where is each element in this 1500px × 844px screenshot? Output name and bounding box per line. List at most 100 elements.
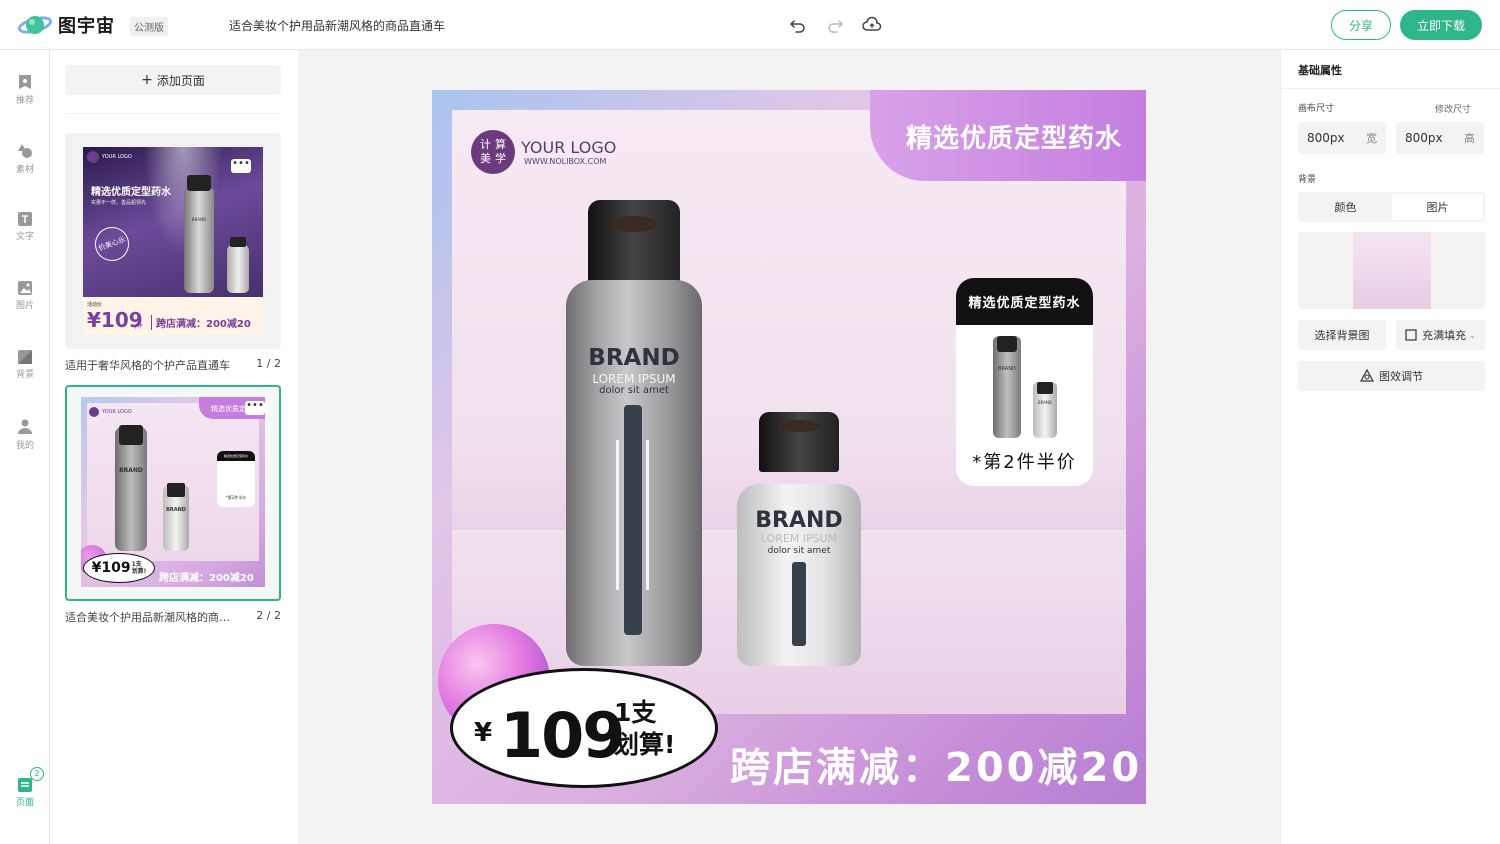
nav-label-mine: 我的 xyxy=(15,441,34,451)
nav-item-recommend[interactable]: 推荐 xyxy=(0,74,50,106)
effects-adjust-button[interactable]: 图效调节 xyxy=(1298,361,1485,391)
canvas-workspace: 计算 美学 YOUR LOGO WWW.NOLIBOX.COM 精选优质定型药水… xyxy=(298,50,1280,844)
cloud-upload-icon[interactable] xyxy=(862,15,882,35)
promo-card[interactable]: 精选优质定型药水 BRAND BRAND *第2件半价 xyxy=(956,278,1093,486)
top-bar: 图宇宙 公测版 适合美妆个护用品新潮风格的商品直通车 分享 立即下载 xyxy=(0,0,1500,50)
tab-image[interactable]: 图片 xyxy=(1392,194,1483,220)
fill-mode-select[interactable]: 充满填充 ⌄ xyxy=(1396,320,1485,350)
canvas-height-unit: 高 xyxy=(1464,132,1475,145)
canvas-height-input[interactable]: 800px 高 xyxy=(1396,122,1484,154)
nav-label-pages: 页面 xyxy=(15,798,34,808)
redo-icon[interactable] xyxy=(825,15,845,35)
thumb-1-small-bottle xyxy=(227,237,249,293)
small-bottle[interactable]: BRAND LOREM IPSUM dolor sit amet xyxy=(737,412,861,666)
small-bottle-line1: LOREM IPSUM xyxy=(760,532,838,545)
background-thumbnail xyxy=(1353,232,1431,309)
page-1-index: 1 / 2 xyxy=(256,357,281,370)
undo-icon[interactable] xyxy=(788,15,808,35)
canvas-logo-url: WWW.NOLIBOX.COM xyxy=(524,157,607,166)
promo-card-text: *第2件半价 xyxy=(972,452,1077,473)
add-page-button[interactable]: + 添加页面 xyxy=(65,65,281,95)
promo-card-title: 精选优质定型药水 xyxy=(956,278,1093,325)
app-logo[interactable]: 图宇宙 xyxy=(18,12,115,38)
thumb-2-design: YOUR LOGO 精选优质定型 BRAND BRAND 精选优质定型药水 *第… xyxy=(81,397,265,587)
canvas-width-unit: 宽 xyxy=(1366,132,1377,145)
effects-icon xyxy=(1360,369,1374,382)
canvas-logo-text[interactable]: YOUR LOGO xyxy=(521,138,616,157)
download-button[interactable]: 立即下载 xyxy=(1400,10,1482,40)
background-preview[interactable] xyxy=(1298,232,1485,309)
nav-label-text: 文字 xyxy=(15,232,34,242)
text-icon xyxy=(18,212,32,226)
user-icon xyxy=(18,419,32,434)
thumb-2-price-badge: ¥109 1支 划算! xyxy=(83,553,155,583)
thumb-2-promo: 跨店满减：200减20 xyxy=(159,573,254,584)
thumb-1-design: YOUR LOGO 精选优质定型药水 实惠不一样，善品超领先 价美心乐 BRAN… xyxy=(83,147,263,335)
nav-item-background[interactable]: 背景 xyxy=(0,350,50,380)
background-type-switch: 颜色 图片 xyxy=(1298,192,1485,222)
shapes-icon xyxy=(18,144,32,158)
small-bottle-line2: dolor sit amet xyxy=(767,546,831,556)
page-1-name: 适用于奢华风格的个护产品直通车 xyxy=(65,359,230,372)
small-bottle-window xyxy=(792,562,806,646)
planet-logo-icon xyxy=(18,16,52,34)
design-canvas[interactable]: 计算 美学 YOUR LOGO WWW.NOLIBOX.COM 精选优质定型药水… xyxy=(432,90,1146,804)
thumb-2-more-button[interactable]: ••• xyxy=(245,401,265,415)
edit-size-link[interactable]: 修改尺寸 xyxy=(1435,102,1471,115)
nav-label-recommend: 推荐 xyxy=(15,96,34,106)
page-thumbnail-1[interactable]: YOUR LOGO 精选优质定型药水 实惠不一样，善品超领先 价美心乐 BRAN… xyxy=(65,133,281,349)
effects-label: 图效调节 xyxy=(1379,370,1423,383)
thumb-1-bottom-bar: 活动价 ¥109 /件 跨店满减：200减20 xyxy=(83,297,263,335)
canvas-promo-text[interactable]: 跨店满减：200减20 xyxy=(730,735,1142,793)
nav-item-pages[interactable]: 2 页面 xyxy=(0,767,50,808)
big-bottle-line1: LOREM IPSUM xyxy=(592,372,676,386)
fill-icon xyxy=(1405,329,1417,341)
thumb-2-small-bottle: BRAND xyxy=(163,483,189,551)
price-note-1: 1支 xyxy=(614,698,657,727)
fill-mode-label: 充满填充 xyxy=(1422,329,1467,342)
nav-item-mine[interactable]: 我的 xyxy=(0,419,50,451)
nav-item-image[interactable]: 图片 xyxy=(0,281,50,311)
small-bottle-cap xyxy=(759,412,839,472)
chevron-down-icon: ⌄ xyxy=(1469,330,1476,340)
canvas-width-value: 800px xyxy=(1307,131,1345,145)
share-button[interactable]: 分享 xyxy=(1331,10,1391,40)
thumb-1-subline: 实惠不一样，善品超领先 xyxy=(91,200,147,206)
thumb-1-headline: 精选优质定型药水 xyxy=(91,187,171,198)
pages-panel: + 添加页面 YOUR LOGO 精选优质定型药水 实惠不一样，善品超领先 价美… xyxy=(50,50,298,844)
canvas-logo-mark[interactable]: 计算 美学 xyxy=(471,130,515,174)
document-title[interactable]: 适合美妆个护用品新潮风格的商品直通车 xyxy=(229,17,445,34)
thumb-2-card: 精选优质定型药水 *第2件半价 xyxy=(217,451,255,507)
card-small-bottle: BRAND xyxy=(1033,382,1057,438)
nav-item-materials[interactable]: 素材 xyxy=(0,143,50,175)
thumb-1-more-button[interactable]: ••• xyxy=(231,159,251,173)
small-bottle-brand: BRAND xyxy=(755,508,843,533)
canvas-size-label: 画布尺寸 xyxy=(1298,104,1335,114)
divider xyxy=(1281,88,1500,89)
page-thumbnail-2[interactable]: YOUR LOGO 精选优质定型 BRAND BRAND 精选优质定型药水 *第… xyxy=(65,385,281,601)
thumb-2-big-bottle: BRAND xyxy=(115,425,147,551)
background-label: 背景 xyxy=(1298,175,1317,185)
pages-count-badge: 2 xyxy=(30,767,44,781)
recommend-icon xyxy=(19,75,31,89)
card-big-bottle: BRAND xyxy=(993,336,1021,438)
pages-icon xyxy=(18,778,32,792)
nav-item-text[interactable]: 文字 xyxy=(0,212,50,242)
page-2-index: 2 / 2 xyxy=(256,609,281,622)
canvas-width-input[interactable]: 800px 宽 xyxy=(1298,122,1386,154)
tab-color[interactable]: 颜色 xyxy=(1300,194,1391,220)
price-currency: ¥ xyxy=(474,718,493,748)
thumb-1-big-bottle: BRAND xyxy=(184,175,214,293)
big-bottle[interactable]: BRAND LOREM IPSUM dolor sit amet xyxy=(566,200,702,666)
thumb-2-logo: YOUR LOGO xyxy=(89,407,132,417)
select-background-button[interactable]: 选择背景图 xyxy=(1298,320,1386,350)
properties-title: 基础属性 xyxy=(1298,64,1342,77)
properties-panel: 基础属性 画布尺寸 修改尺寸 800px 宽 800px 高 背景 颜色 图片 … xyxy=(1280,50,1500,844)
big-bottle-window xyxy=(624,405,642,635)
beta-badge: 公测版 xyxy=(130,17,168,36)
price-amount: 109 xyxy=(500,699,625,772)
nav-label-materials: 素材 xyxy=(15,165,34,175)
canvas-headline[interactable]: 精选优质定型药水 xyxy=(906,118,1122,155)
page-2-name: 适合美妆个护用品新潮风格的商… xyxy=(65,611,230,624)
divider xyxy=(65,113,281,114)
